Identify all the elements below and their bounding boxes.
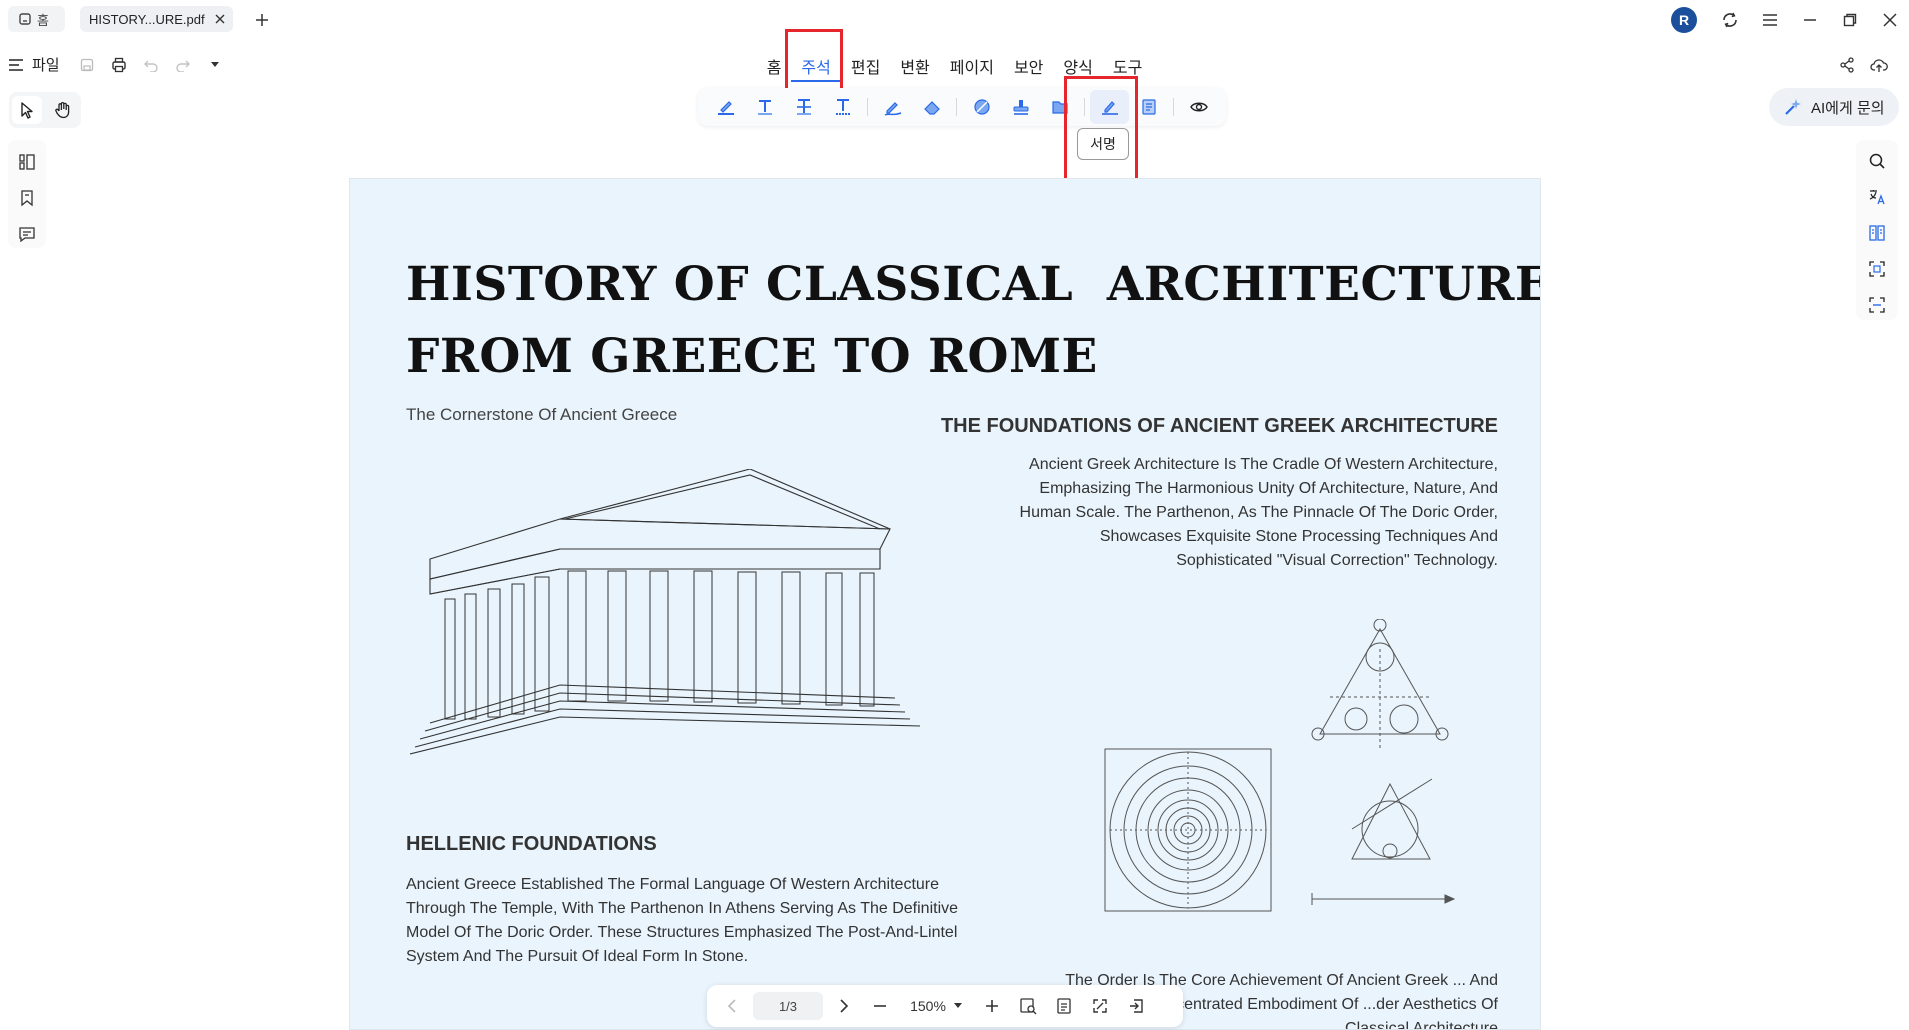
zoom-in-icon[interactable] — [977, 991, 1007, 1021]
paragraph-hellenic: Ancient Greece Established The Formal La… — [406, 876, 959, 965]
toolbar-separator — [867, 98, 868, 116]
tab-convert[interactable]: 변환 — [890, 52, 939, 82]
highlight-icon[interactable] — [706, 90, 745, 124]
home-tab[interactable]: 홈 — [8, 6, 65, 32]
pdf-page: HISTORY OF CLASSICAL ARCHITECTURE: FROM … — [349, 178, 1541, 1030]
zoom-select[interactable]: 150% — [901, 998, 971, 1014]
eraser-icon[interactable] — [912, 90, 951, 124]
bookmark-icon[interactable] — [13, 184, 41, 212]
previous-page-icon[interactable] — [717, 991, 747, 1021]
restore-icon[interactable] — [1838, 8, 1862, 32]
zoom-out-icon[interactable] — [865, 991, 895, 1021]
right-sidebar — [1856, 140, 1898, 320]
next-page-icon[interactable] — [829, 991, 859, 1021]
translate-icon[interactable] — [1862, 184, 1892, 210]
document-title: HISTORY OF CLASSICAL ARCHITECTURE: FROM … — [406, 249, 1541, 393]
tab-security[interactable]: 보안 — [1004, 52, 1053, 82]
shape-icon[interactable] — [962, 90, 1001, 124]
ocr-icon[interactable] — [1862, 292, 1892, 318]
home-icon — [18, 12, 32, 26]
annotation-tab-highlight-box — [785, 29, 843, 91]
annotation-toolbar — [698, 88, 1226, 126]
new-tab-icon[interactable] — [252, 10, 272, 30]
tab-edit[interactable]: 편집 — [841, 52, 890, 82]
hand-tool-icon[interactable] — [48, 96, 78, 124]
section-heading-hellenic: HELLENIC FOUNDATIONS — [406, 833, 657, 855]
ask-ai-label: AI에게 문의 — [1811, 99, 1885, 117]
eye-icon[interactable] — [1179, 90, 1218, 124]
underline-icon[interactable] — [823, 90, 862, 124]
fit-page-icon[interactable] — [1013, 991, 1043, 1021]
strikethrough-icon[interactable] — [784, 90, 823, 124]
menu-tabs: 홈 주석 편집 변환 페이지 보안 양식 도구 — [0, 52, 1909, 82]
title-line-2: FROM GREECE TO ROME — [406, 329, 1098, 384]
close-window-icon[interactable] — [1878, 8, 1902, 32]
cloud-upload-icon[interactable] — [1868, 54, 1890, 76]
chevron-down-icon — [953, 1003, 962, 1008]
page-indicator[interactable]: 1/3 — [753, 992, 823, 1020]
minimize-icon[interactable] — [1798, 8, 1822, 32]
title-line-1: HISTORY OF CLASSICAL ARCHITECTURE: — [406, 257, 1541, 312]
fullscreen-icon[interactable] — [1085, 991, 1115, 1021]
text-icon[interactable] — [745, 90, 784, 124]
page-navigation-bar: 1/3 150% — [707, 985, 1183, 1027]
paragraph-foundations: Ancient Greek Architecture Is The Cradle… — [1019, 456, 1498, 569]
scan-icon[interactable] — [1862, 256, 1892, 282]
section-heading-foundations: THE FOUNDATIONS OF ANCIENT GREEK ARCHITE… — [940, 415, 1498, 437]
cursor-tools — [9, 92, 81, 128]
sync-icon[interactable] — [1718, 8, 1742, 32]
zoom-level: 150% — [910, 998, 946, 1014]
pen-icon[interactable] — [873, 90, 912, 124]
share-icon[interactable] — [1836, 54, 1858, 76]
page-view-icon[interactable] — [1049, 991, 1079, 1021]
menu-icon[interactable] — [1758, 8, 1782, 32]
toolbar-separator — [956, 98, 957, 116]
left-sidebar — [8, 140, 46, 248]
document-tab[interactable]: HISTORY...URE.pdf — [80, 6, 233, 32]
document-subtitle: The Cornerstone Of Ancient Greece — [406, 405, 678, 424]
compare-icon[interactable] — [1862, 220, 1892, 246]
parthenon-illustration — [410, 469, 950, 769]
close-tab-icon[interactable] — [215, 14, 225, 24]
exit-icon[interactable] — [1121, 991, 1151, 1021]
stamp-icon[interactable] — [1001, 90, 1040, 124]
comments-icon[interactable] — [13, 220, 41, 248]
thumbnails-icon[interactable] — [13, 148, 41, 176]
document-tab-label: HISTORY...URE.pdf — [89, 11, 205, 27]
search-icon[interactable] — [1862, 148, 1892, 174]
select-cursor-icon[interactable] — [12, 96, 42, 124]
avatar[interactable]: R — [1671, 7, 1697, 33]
proportion-diagrams — [1090, 619, 1510, 939]
ask-ai-button[interactable]: AI에게 문의 — [1769, 88, 1899, 126]
toolbar-separator — [1173, 98, 1174, 116]
home-tab-label: 홈 — [37, 12, 49, 28]
ai-sparkle-icon — [1783, 97, 1803, 117]
signature-tooltip: 서명 — [1077, 128, 1129, 160]
tab-page[interactable]: 페이지 — [940, 52, 1004, 82]
